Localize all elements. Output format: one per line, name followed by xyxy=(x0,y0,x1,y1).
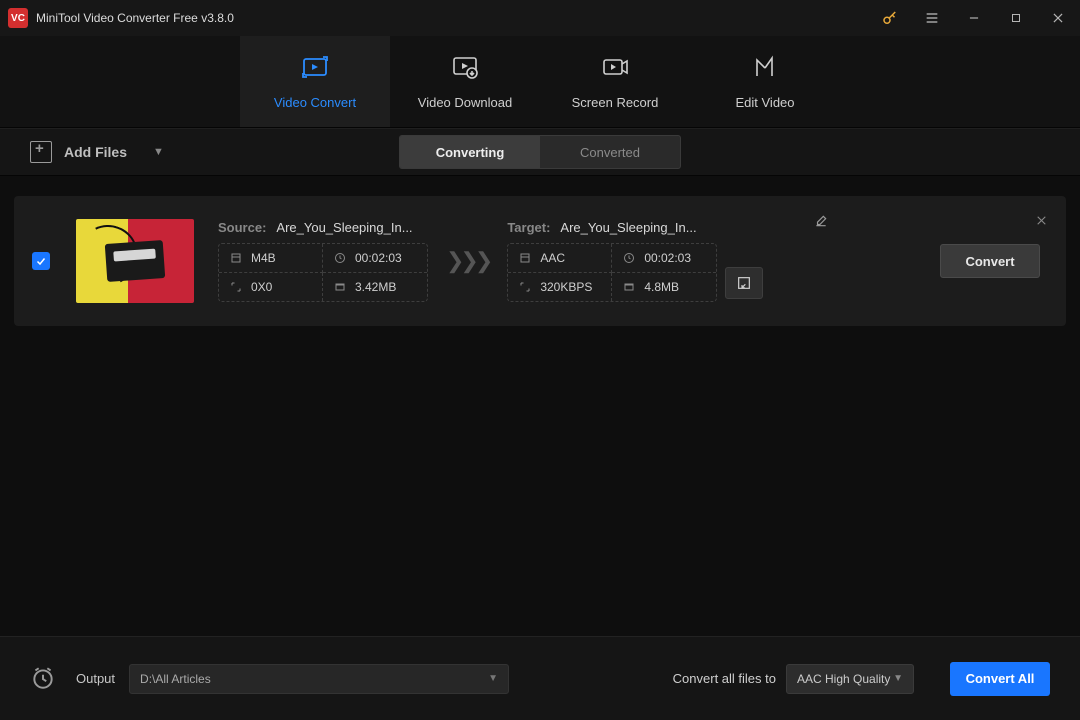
output-path-value: D:\All Articles xyxy=(140,672,211,686)
tab-label: Edit Video xyxy=(735,95,794,110)
target-filename: Are_You_Sleeping_In... xyxy=(560,220,696,235)
app-logo: VC xyxy=(8,8,28,28)
format-icon xyxy=(229,251,243,265)
output-format-value: AAC High Quality xyxy=(797,672,890,686)
chevron-down-icon: ▼ xyxy=(893,673,903,684)
bitrate-icon xyxy=(518,280,532,294)
tab-label: Screen Record xyxy=(572,95,659,110)
schedule-icon[interactable] xyxy=(30,665,58,693)
format-icon xyxy=(518,251,532,265)
add-file-icon xyxy=(30,141,52,163)
key-icon[interactable] xyxy=(876,4,904,32)
menu-icon[interactable] xyxy=(918,4,946,32)
file-list: Source: Are_You_Sleeping_In... M4B 00:02… xyxy=(0,176,1080,636)
source-resolution: 0X0 xyxy=(251,280,272,294)
toolbar: Add Files ▼ Converting Converted xyxy=(0,128,1080,176)
file-item: Source: Are_You_Sleeping_In... M4B 00:02… xyxy=(14,196,1066,326)
size-icon xyxy=(333,280,347,294)
source-format: M4B xyxy=(251,251,276,265)
arrow-icon: ❯❯❯ xyxy=(446,248,489,274)
preview-button[interactable] xyxy=(725,267,763,299)
tab-edit-video[interactable]: Edit Video xyxy=(690,36,840,127)
clock-icon xyxy=(622,251,636,265)
chevron-down-icon: ▼ xyxy=(488,673,498,684)
tab-label: Video Download xyxy=(418,95,512,110)
source-block: Source: Are_You_Sleeping_In... M4B 00:02… xyxy=(218,220,428,302)
source-filename: Are_You_Sleeping_In... xyxy=(276,220,412,235)
output-label: Output xyxy=(76,671,115,686)
convert-all-label: Convert all files to xyxy=(673,671,776,686)
main-tabs: Video Convert Video Download Screen Reco… xyxy=(0,36,1080,128)
source-size: 3.42MB xyxy=(355,280,396,294)
record-icon xyxy=(600,53,630,81)
source-label: Source: xyxy=(218,220,266,235)
target-format: AAC xyxy=(540,251,565,265)
output-path-select[interactable]: D:\All Articles ▼ xyxy=(129,664,509,694)
tab-screen-record[interactable]: Screen Record xyxy=(540,36,690,127)
size-icon xyxy=(622,280,636,294)
clock-icon xyxy=(333,251,347,265)
output-format-select[interactable]: AAC High Quality ▼ xyxy=(786,664,914,694)
status-segment: Converting Converted xyxy=(399,135,681,169)
target-duration: 00:02:03 xyxy=(644,251,691,265)
close-icon[interactable] xyxy=(1044,4,1072,32)
minimize-icon[interactable] xyxy=(960,4,988,32)
tab-video-download[interactable]: Video Download xyxy=(390,36,540,127)
target-size: 4.8MB xyxy=(644,280,679,294)
segment-converting[interactable]: Converting xyxy=(400,136,540,168)
add-files-label: Add Files xyxy=(64,144,127,160)
source-duration: 00:02:03 xyxy=(355,251,402,265)
source-info-grid: M4B 00:02:03 0X0 3.42MB xyxy=(218,243,428,302)
titlebar: VC MiniTool Video Converter Free v3.8.0 xyxy=(0,0,1080,36)
add-files-button[interactable]: Add Files ▼ xyxy=(30,141,164,163)
target-block: Target: Are_You_Sleeping_In... AAC 00:02… xyxy=(507,220,763,302)
convert-icon xyxy=(300,53,330,81)
convert-button[interactable]: Convert xyxy=(940,244,1040,278)
download-icon xyxy=(450,53,480,81)
footer: Output D:\All Articles ▼ Convert all fil… xyxy=(0,636,1080,720)
target-label: Target: xyxy=(507,220,550,235)
segment-converted[interactable]: Converted xyxy=(540,136,680,168)
convert-all-button[interactable]: Convert All xyxy=(950,662,1050,696)
maximize-icon[interactable] xyxy=(1002,4,1030,32)
resolution-icon xyxy=(229,280,243,294)
tab-video-convert[interactable]: Video Convert xyxy=(240,36,390,127)
edit-video-icon xyxy=(751,53,779,81)
tab-label: Video Convert xyxy=(274,95,356,110)
remove-item-icon[interactable] xyxy=(1035,214,1048,227)
chevron-down-icon[interactable]: ▼ xyxy=(153,146,164,158)
target-bitrate: 320KBPS xyxy=(540,280,592,294)
item-thumbnail xyxy=(76,219,194,303)
app-title: MiniTool Video Converter Free v3.8.0 xyxy=(36,11,234,25)
edit-target-icon[interactable] xyxy=(814,214,828,228)
item-checkbox[interactable] xyxy=(32,252,50,270)
target-info-grid: AAC 00:02:03 320KBPS 4.8MB xyxy=(507,243,717,302)
